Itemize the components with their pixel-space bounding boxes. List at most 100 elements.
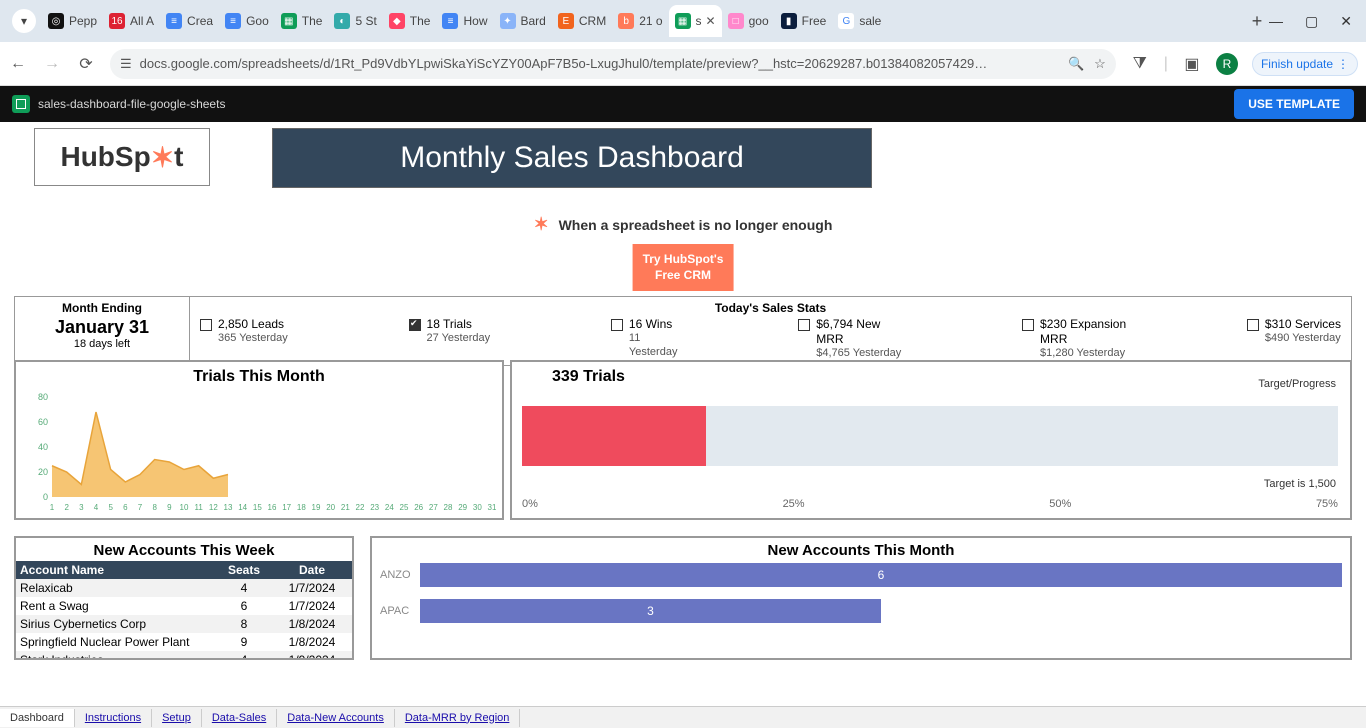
checkbox-icon[interactable] bbox=[200, 319, 212, 331]
svg-text:20: 20 bbox=[38, 467, 48, 477]
svg-text:26: 26 bbox=[414, 503, 423, 512]
tab-close-icon[interactable]: ✕ bbox=[706, 14, 716, 28]
tab-overview-button[interactable]: ▾ bbox=[12, 9, 36, 33]
svg-text:20: 20 bbox=[326, 503, 335, 512]
checkbox-icon[interactable] bbox=[409, 319, 421, 331]
window-close-icon[interactable]: ✕ bbox=[1340, 13, 1352, 30]
use-template-button[interactable]: USE TEMPLATE bbox=[1234, 89, 1354, 119]
window-maximize-icon[interactable]: ▢ bbox=[1305, 13, 1318, 30]
favicon-icon: ◎ bbox=[48, 13, 64, 29]
cell-seats: 4 bbox=[216, 651, 272, 660]
try-free-crm-button[interactable]: Try HubSpot's Free CRM bbox=[633, 244, 734, 291]
new-tab-button[interactable]: + bbox=[1245, 11, 1269, 32]
svg-text:40: 40 bbox=[38, 442, 48, 452]
table-row: Rent a Swag61/7/2024 bbox=[16, 597, 352, 615]
stat-primary-2: MRR bbox=[1040, 332, 1126, 347]
tick-label: 25% bbox=[783, 498, 805, 510]
stat-primary: $310 Services bbox=[1265, 317, 1341, 332]
checkbox-icon[interactable] bbox=[611, 319, 623, 331]
tab-label: Crea bbox=[187, 14, 213, 28]
sheet-tab[interactable]: Data-New Accounts bbox=[277, 709, 395, 727]
favicon-icon: ▮ bbox=[781, 13, 797, 29]
browser-tab[interactable]: Gsale bbox=[832, 5, 887, 37]
window-minimize-icon[interactable]: — bbox=[1269, 13, 1283, 30]
browser-tab[interactable]: ✦Bard bbox=[494, 5, 552, 37]
progress-title: 339 Trials bbox=[512, 362, 1350, 388]
browser-tab[interactable]: ▮Free bbox=[775, 5, 833, 37]
svg-text:5: 5 bbox=[108, 503, 113, 512]
stat-primary: 18 Trials bbox=[427, 317, 491, 332]
stat-primary-2: MRR bbox=[816, 332, 901, 347]
checkbox-icon[interactable] bbox=[1247, 319, 1259, 331]
profile-avatar[interactable]: R bbox=[1216, 53, 1238, 75]
browser-tab[interactable]: ▦s✕ bbox=[669, 5, 722, 37]
month-ending-date: January 31 bbox=[21, 317, 183, 338]
tagline-text: When a spreadsheet is no longer enough bbox=[559, 217, 833, 233]
trials-chart-title: Trials This Month bbox=[16, 362, 502, 388]
browser-tab[interactable]: ◎Pepp bbox=[42, 5, 103, 37]
forward-button[interactable]: → bbox=[42, 55, 62, 73]
stat-sub: $4,765 Yesterday bbox=[816, 347, 901, 361]
extensions-icon[interactable]: ⧩ bbox=[1130, 55, 1150, 73]
stat-primary: 2,850 Leads bbox=[218, 317, 288, 332]
bookmark-icon[interactable]: ☆ bbox=[1094, 56, 1106, 72]
tab-label: The bbox=[302, 14, 323, 28]
svg-text:60: 60 bbox=[38, 417, 48, 427]
sheet-content[interactable]: HubSp✶t Monthly Sales Dashboard ✶ When a… bbox=[0, 122, 1366, 706]
sheet-tab[interactable]: Data-MRR by Region bbox=[395, 709, 521, 727]
finish-update-button[interactable]: Finish update ⋮ bbox=[1252, 52, 1358, 76]
svg-text:80: 80 bbox=[38, 392, 48, 402]
svg-text:27: 27 bbox=[429, 503, 438, 512]
reload-button[interactable]: ⟳ bbox=[76, 54, 96, 74]
browser-tab[interactable]: ◆The bbox=[383, 5, 437, 37]
browser-tab[interactable]: ≡Goo bbox=[219, 5, 275, 37]
cell-date: 1/7/2024 bbox=[272, 597, 352, 615]
browser-tab[interactable]: 16All A bbox=[103, 5, 160, 37]
sheet-tab[interactable]: Instructions bbox=[75, 709, 152, 727]
sheet-tabs: DashboardInstructionsSetupData-SalesData… bbox=[0, 706, 1366, 728]
sheet-tab[interactable]: Dashboard bbox=[0, 709, 75, 727]
hbar-track: 6 bbox=[420, 563, 1342, 587]
cell-account-name: Sirius Cybernetics Corp bbox=[16, 615, 216, 633]
browser-tab[interactable]: ECRM bbox=[552, 5, 612, 37]
browser-toolbar: ← → ⟳ ☰ docs.google.com/spreadsheets/d/1… bbox=[0, 42, 1366, 86]
browser-tab[interactable]: b21 o bbox=[612, 5, 668, 37]
checkbox-icon[interactable] bbox=[1022, 319, 1034, 331]
browser-tab[interactable]: □goo bbox=[722, 5, 775, 37]
svg-text:9: 9 bbox=[167, 503, 172, 512]
svg-text:23: 23 bbox=[370, 503, 379, 512]
svg-text:15: 15 bbox=[253, 503, 262, 512]
zoom-icon[interactable]: 🔍 bbox=[1068, 56, 1084, 72]
browser-tab[interactable]: ▦The bbox=[275, 5, 329, 37]
tick-label: 50% bbox=[1049, 498, 1071, 510]
sheet-tab[interactable]: Setup bbox=[152, 709, 202, 727]
stat-primary: 16 Wins bbox=[629, 317, 678, 332]
favicon-icon: ▦ bbox=[675, 13, 691, 29]
browser-tab[interactable]: ≡How bbox=[436, 5, 493, 37]
browser-tab[interactable]: ≡Crea bbox=[160, 5, 219, 37]
hbar-track: 3 bbox=[420, 599, 1342, 623]
back-button[interactable]: ← bbox=[8, 55, 28, 73]
stat-item: $230 ExpansionMRR$1,280 Yesterday bbox=[1022, 317, 1126, 361]
table-row: Relaxicab41/7/2024 bbox=[16, 579, 352, 597]
site-info-icon[interactable]: ☰ bbox=[120, 56, 132, 72]
tab-label: 21 o bbox=[639, 14, 662, 28]
svg-text:21: 21 bbox=[341, 503, 350, 512]
cell-account-name: Stark Industries bbox=[16, 651, 216, 660]
trials-progress-chart: 339 Trials Target/Progress Target is 1,5… bbox=[510, 360, 1352, 520]
side-panel-icon[interactable]: ▣ bbox=[1182, 54, 1202, 74]
sheet-tab[interactable]: Data-Sales bbox=[202, 709, 277, 727]
svg-text:13: 13 bbox=[224, 503, 233, 512]
cell-date: 1/7/2024 bbox=[272, 579, 352, 597]
tab-label: All A bbox=[130, 14, 154, 28]
browser-tab[interactable]: ◐5 St bbox=[328, 5, 382, 37]
table-row: Sirius Cybernetics Corp81/8/2024 bbox=[16, 615, 352, 633]
stat-sub-2: Yesterday bbox=[629, 346, 678, 360]
svg-text:22: 22 bbox=[356, 503, 365, 512]
favicon-icon: G bbox=[838, 13, 854, 29]
progress-sub-label: Target/Progress bbox=[1258, 378, 1336, 390]
checkbox-icon[interactable] bbox=[798, 319, 810, 331]
favicon-icon: E bbox=[558, 13, 574, 29]
address-bar[interactable]: ☰ docs.google.com/spreadsheets/d/1Rt_Pd9… bbox=[110, 49, 1116, 79]
month-ending-box: Month Ending January 31 18 days left bbox=[14, 296, 190, 366]
